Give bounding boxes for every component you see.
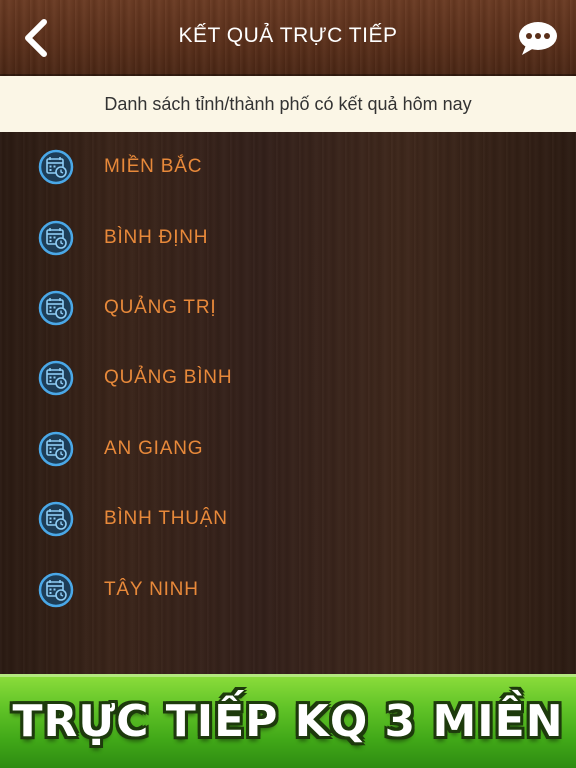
list-item[interactable]: MIỀN BẮC <box>0 132 576 202</box>
chat-button[interactable] <box>516 18 560 58</box>
subheader: Danh sách tỉnh/thành phố có kết quả hôm … <box>0 76 576 132</box>
list-item[interactable]: QUẢNG BÌNH <box>0 343 576 413</box>
list-item[interactable]: AN GIANG <box>0 414 576 484</box>
chevron-left-icon <box>25 19 47 57</box>
promo-banner[interactable]: TRỰC TIẾP KQ 3 MIỀN <box>0 674 576 768</box>
list-item-label: MIỀN BẮC <box>104 156 203 178</box>
calendar-clock-icon <box>38 149 74 185</box>
province-list: MIỀN BẮC BÌNH ĐỊNH QUẢNG TRỊ QUẢNG BÌNH … <box>0 132 576 625</box>
list-item-label: AN GIANG <box>104 437 204 459</box>
page-title: KẾT QUẢ TRỰC TIẾP <box>178 24 398 47</box>
calendar-clock-icon <box>38 572 74 608</box>
screen: KẾT QUẢ TRỰC TIẾP Danh sách tỉnh/thành p… <box>0 0 576 768</box>
calendar-clock-icon <box>38 290 74 326</box>
back-button[interactable] <box>18 16 58 60</box>
list-item[interactable]: BÌNH THUẬN <box>0 484 576 554</box>
list-item-label: BÌNH THUẬN <box>104 508 228 530</box>
list-item[interactable]: QUẢNG TRỊ <box>0 273 576 343</box>
banner-text: TRỰC TIẾP KQ 3 MIỀN <box>12 695 564 747</box>
top-bar: KẾT QUẢ TRỰC TIẾP <box>0 0 576 76</box>
list-item[interactable]: BÌNH ĐỊNH <box>0 202 576 272</box>
list-item-label: QUẢNG TRỊ <box>104 296 217 318</box>
calendar-clock-icon <box>38 220 74 256</box>
list-item[interactable]: TÂY NINH <box>0 554 576 624</box>
chat-bubble-icon <box>519 22 557 55</box>
list-item-label: BÌNH ĐỊNH <box>104 226 209 248</box>
list-item-label: QUẢNG BÌNH <box>104 367 233 389</box>
calendar-clock-icon <box>38 360 74 396</box>
calendar-clock-icon <box>38 501 74 537</box>
list-item-label: TÂY NINH <box>104 578 199 600</box>
subheader-text: Danh sách tỉnh/thành phố có kết quả hôm … <box>104 93 472 114</box>
calendar-clock-icon <box>38 431 74 467</box>
